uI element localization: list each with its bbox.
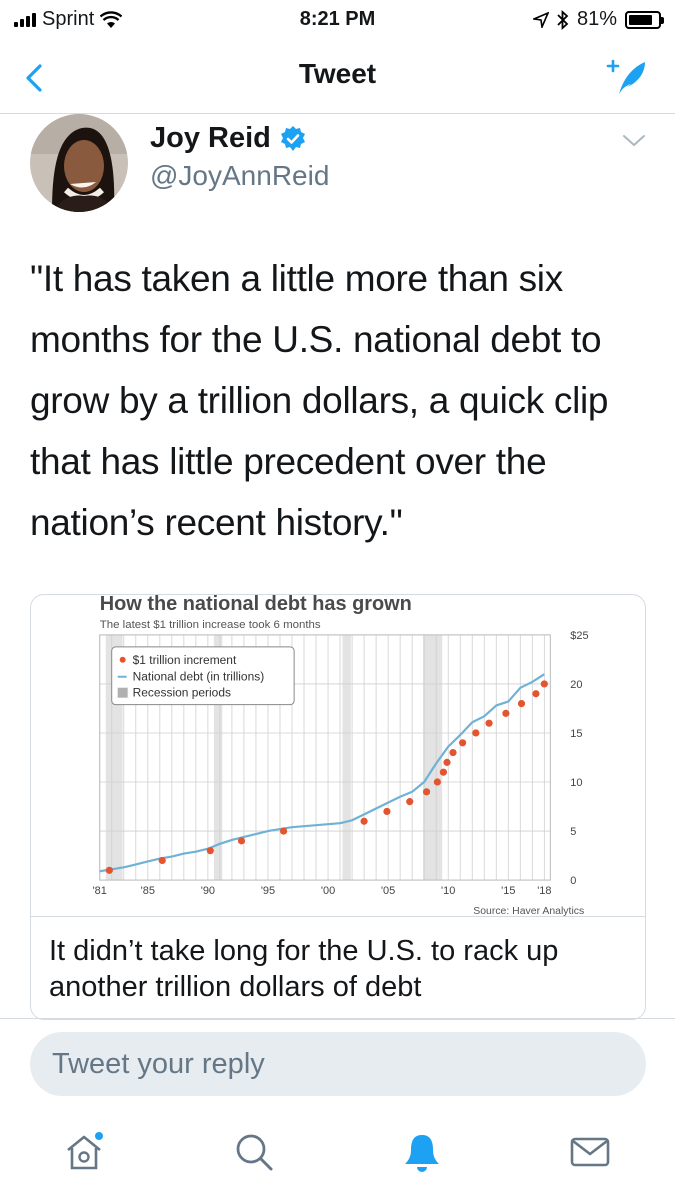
nav-bar: Tweet [0,44,675,114]
legend-recession-marker [117,687,128,698]
divider [0,1018,675,1019]
trillion-increment-point [279,827,288,835]
recession-band [342,634,351,881]
battery-icon [625,10,664,29]
home-icon[interactable] [62,1130,106,1174]
author-name-row[interactable]: Joy Reid [150,122,307,155]
chart-subtitle: The latest $1 trillion increase took 6 m… [100,619,321,631]
x-tick-label: '10 [441,885,455,897]
trillion-increment-point [540,680,548,688]
bluetooth-icon [557,9,569,30]
page-title: Tweet [298,58,377,89]
trillion-increment-point [158,856,166,865]
legend-item-recession: Recession periods [133,686,231,700]
trillion-increment-point [206,847,214,855]
y-tick-label: 15 [570,728,582,740]
y-tick-label: 20 [570,679,582,691]
trillion-increment-point [502,709,510,717]
chevron-down-icon[interactable] [621,132,647,150]
location-icon [532,11,549,28]
reply-input[interactable]: Tweet your reply [30,1032,646,1096]
debt-chart: How the national debt has grown The late… [31,595,645,917]
trillion-increment-point [443,758,451,766]
y-tick-label: $25 [570,630,588,642]
reply-placeholder: Tweet your reply [52,1048,265,1080]
trillion-increment-point [383,807,391,816]
compose-icon[interactable] [605,54,653,102]
x-tick-label: '15 [501,885,515,897]
trillion-increment-point [105,866,113,874]
y-tick-label: 5 [570,826,576,838]
chart-legend: $1 trillion increment National debt (in … [111,646,295,706]
trillion-increment-point [472,729,480,737]
chart-title: How the national debt has grown [100,595,412,615]
card-headline[interactable]: It didn’t take long for the U.S. to rack… [49,933,629,1005]
legend-item-debt: National debt (in trillions) [133,670,265,684]
author-name[interactable]: Joy Reid [150,122,271,155]
author-handle[interactable]: @JoyAnnReid [150,160,329,192]
avatar[interactable] [30,114,128,212]
search-icon[interactable] [232,1130,276,1174]
trillion-increment-point [449,749,457,757]
x-tick-label: '90 [201,885,215,897]
status-bar: Sprint 8:21 PM 81% [0,0,675,40]
chart-source: Source: Haver Analytics [473,906,584,917]
trillion-increment-point [406,798,414,806]
y-tick-label: 0 [570,875,576,887]
envelope-icon[interactable] [568,1130,612,1174]
trillion-increment-point [485,719,493,727]
x-tick-label: '18 [537,885,551,897]
bell-icon[interactable] [400,1130,444,1174]
y-tick-label: 10 [570,777,582,789]
x-tick-label: '81 [93,885,107,897]
trillion-increment-point [422,788,431,796]
verified-badge-icon [280,125,305,151]
battery-fill [629,14,652,25]
link-card[interactable]: How the national debt has grown The late… [30,594,646,1020]
trillion-increment-point [459,739,467,747]
x-tick-label: '85 [141,885,155,897]
trillion-increment-point [237,837,246,845]
trillion-increment-point [360,817,368,825]
trillion-increment-point [439,768,447,776]
x-tick-label: '00 [321,885,335,897]
legend-item-increment: $1 trillion increment [133,653,237,667]
status-right-group: 81% [532,8,664,31]
trillion-increment-point [517,699,526,708]
x-tick-label: '95 [261,885,275,897]
battery-percent: 81% [576,8,617,30]
tweet-text: "It has taken a little more than six mon… [30,258,609,543]
avatar-image [30,114,128,212]
x-tick-label: '05 [381,885,395,897]
trillion-increment-point [433,778,441,786]
tab-bar [0,1120,675,1200]
trillion-increment-point [532,690,540,698]
legend-dot-marker [119,656,126,663]
